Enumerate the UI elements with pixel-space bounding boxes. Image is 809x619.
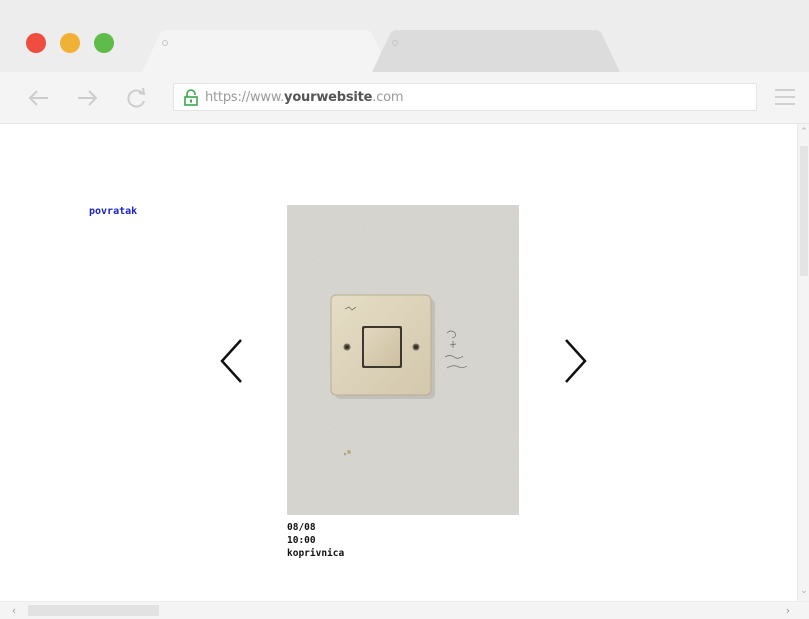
page-content: povratak 08/08 10:00 koprivnica	[0, 124, 797, 601]
horizontal-scroll-thumb[interactable]	[28, 605, 159, 616]
close-window-button[interactable]	[26, 33, 46, 53]
tab-close-icon[interactable]	[162, 40, 168, 46]
scroll-left-icon[interactable]: ‹	[8, 604, 20, 618]
caption-time: 10:00	[287, 535, 316, 546]
chevron-left-icon[interactable]	[217, 336, 247, 386]
maximize-window-button[interactable]	[94, 33, 114, 53]
browser-window: https://www.yourwebsite.com povratak 08/…	[0, 0, 809, 619]
vertical-scrollbar[interactable]: ⌃ ⌄	[797, 124, 809, 601]
scroll-up-icon[interactable]: ⌃	[798, 126, 809, 138]
tab-active[interactable]	[142, 30, 390, 72]
photo-caption: 08/08 10:00 koprivnica	[287, 521, 344, 560]
caption-place: koprivnica	[287, 548, 345, 559]
horizontal-scrollbar[interactable]: ‹ ›	[0, 601, 809, 619]
hamburger-menu-icon[interactable]	[775, 89, 795, 105]
url-prefix: https://www.	[205, 90, 285, 105]
minimize-window-button[interactable]	[60, 33, 80, 53]
vertical-scroll-thumb[interactable]	[800, 146, 808, 276]
scroll-down-icon[interactable]: ⌄	[798, 585, 809, 597]
tab-close-icon[interactable]	[392, 40, 398, 46]
back-arrow-icon[interactable]	[26, 85, 52, 111]
lock-icon	[184, 89, 198, 106]
url-domain: yourwebsite	[284, 90, 373, 105]
url-text: https://www.yourwebsite.com	[205, 90, 404, 105]
toolbar: https://www.yourwebsite.com	[0, 72, 809, 124]
reload-icon[interactable]	[124, 85, 150, 111]
chevron-right-icon[interactable]	[560, 336, 590, 386]
address-bar[interactable]: https://www.yourwebsite.com	[173, 83, 757, 111]
forward-arrow-icon[interactable]	[74, 85, 100, 111]
scroll-right-icon[interactable]: ›	[782, 604, 794, 618]
gallery-photo	[287, 205, 519, 515]
tab-bar	[0, 0, 809, 72]
tab-inactive[interactable]	[372, 30, 620, 72]
caption-date: 08/08	[287, 522, 316, 533]
url-suffix: .com	[372, 90, 404, 105]
back-link[interactable]: povratak	[89, 206, 137, 217]
